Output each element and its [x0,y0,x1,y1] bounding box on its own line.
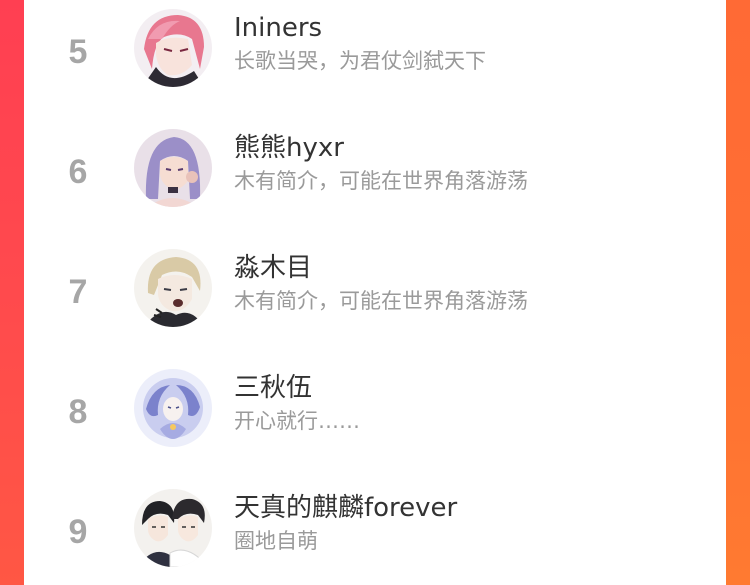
background-gradient-right [726,0,750,585]
user-name[interactable]: 天真的麒麟forever [234,492,457,524]
background-gradient-left [0,0,24,585]
list-item[interactable]: 8 三秋伍 开心就行…… [24,350,726,460]
user-avatar[interactable] [134,129,212,207]
user-bio: 开心就行…… [234,409,360,433]
rank-number: 6 [68,153,88,191]
user-name[interactable]: 淼木目 [234,252,312,284]
rank-number: 9 [68,513,88,551]
ranking-list: 5 Ininers 长歌当哭，为君仗剑弑天下 6 熊熊hyxr 木有简介，可能在… [24,0,726,585]
user-avatar[interactable] [134,9,212,87]
rank-number: 8 [68,393,88,431]
user-bio: 木有简介，可能在世界角落游荡 [234,169,528,193]
user-name[interactable]: 熊熊hyxr [234,132,344,164]
user-bio: 圈地自萌 [234,529,318,553]
list-item[interactable]: 5 Ininers 长歌当哭，为君仗剑弑天下 [24,0,726,100]
list-item[interactable]: 7 淼木目 木有简介，可能在世界角落游荡 [24,230,726,340]
user-name[interactable]: Ininers [234,12,322,44]
anime-avatar-pink-hair-icon [134,9,212,87]
anime-avatar-blue-spirit-icon [134,369,212,447]
anime-avatar-two-boys-icon [134,489,212,567]
user-avatar[interactable] [134,249,212,327]
user-name[interactable]: 三秋伍 [234,372,312,404]
user-avatar[interactable] [134,369,212,447]
anime-avatar-blonde-hair-icon [134,249,212,327]
anime-avatar-purple-hair-icon [134,129,212,207]
user-avatar[interactable] [134,489,212,567]
list-item[interactable]: 6 熊熊hyxr 木有简介，可能在世界角落游荡 [24,110,726,220]
rank-number: 7 [68,273,88,311]
list-item[interactable]: 9 天真的麒麟forever 圈地自萌 [24,470,726,580]
user-bio: 长歌当哭，为君仗剑弑天下 [234,49,486,73]
user-bio: 木有简介，可能在世界角落游荡 [234,289,528,313]
rank-number: 5 [68,33,88,71]
